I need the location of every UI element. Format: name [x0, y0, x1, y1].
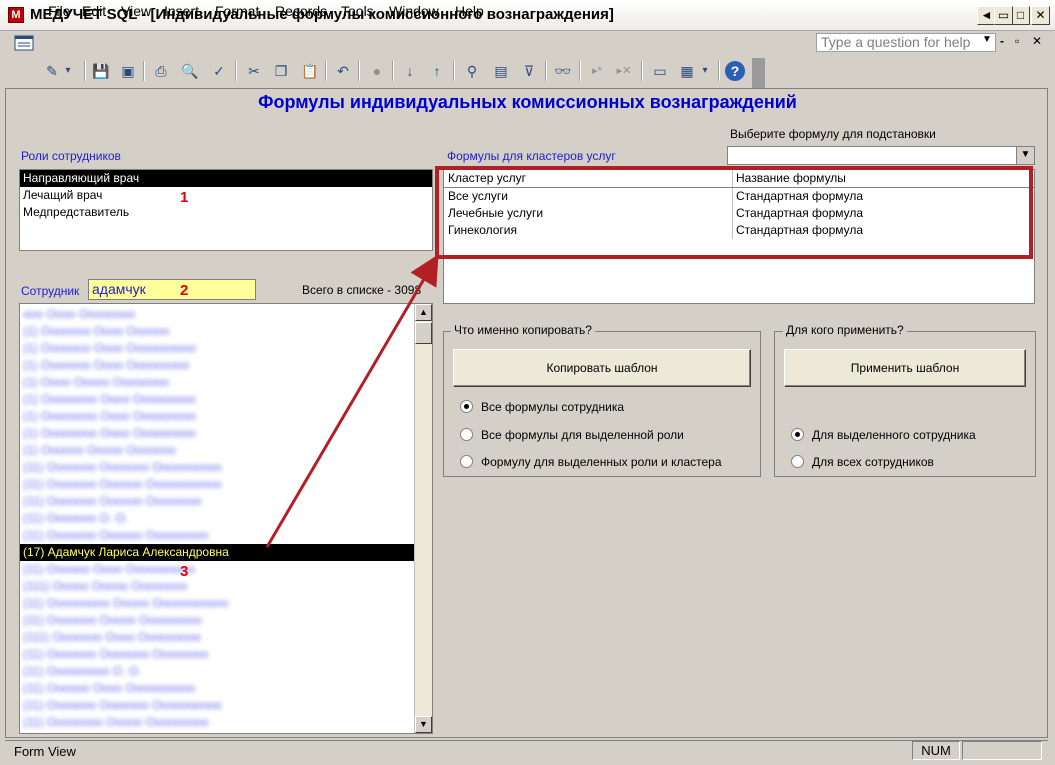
option-label: Формулу для выделенных роли и кластера	[481, 455, 722, 469]
radio-icon[interactable]	[791, 455, 804, 468]
copy-template-button[interactable]: Копировать шаблон	[453, 349, 751, 387]
radio-icon[interactable]	[460, 455, 473, 468]
radio-icon[interactable]	[460, 400, 473, 413]
copy-group-label: Что именно копировать?	[451, 323, 595, 337]
apply-template-button[interactable]: Применить шаблон	[784, 349, 1026, 387]
option-label: Для всех сотрудников	[812, 455, 934, 469]
option-label: Все формулы сотрудника	[481, 400, 625, 414]
apply-option-all-employees[interactable]: Для всех сотрудников	[791, 455, 934, 469]
status-panel	[962, 741, 1042, 760]
radio-icon[interactable]	[460, 428, 473, 441]
option-label: Все формулы для выделенной роли	[481, 428, 684, 442]
copy-option-all-employee[interactable]: Все формулы сотрудника	[460, 400, 624, 414]
status-bar	[5, 740, 1048, 762]
copy-option-selected-role[interactable]: Все формулы для выделенной роли	[460, 428, 684, 442]
apply-group-label: Для кого применить?	[783, 323, 907, 337]
copy-option-role-cluster[interactable]: Формулу для выделенных роли и кластера	[460, 455, 722, 469]
apply-option-selected-employee[interactable]: Для выделенного сотрудника	[791, 428, 976, 442]
radio-icon[interactable]	[791, 428, 804, 441]
num-lock-indicator: NUM	[912, 741, 960, 760]
status-text: Form View	[14, 744, 76, 759]
option-label: Для выделенного сотрудника	[812, 428, 976, 442]
